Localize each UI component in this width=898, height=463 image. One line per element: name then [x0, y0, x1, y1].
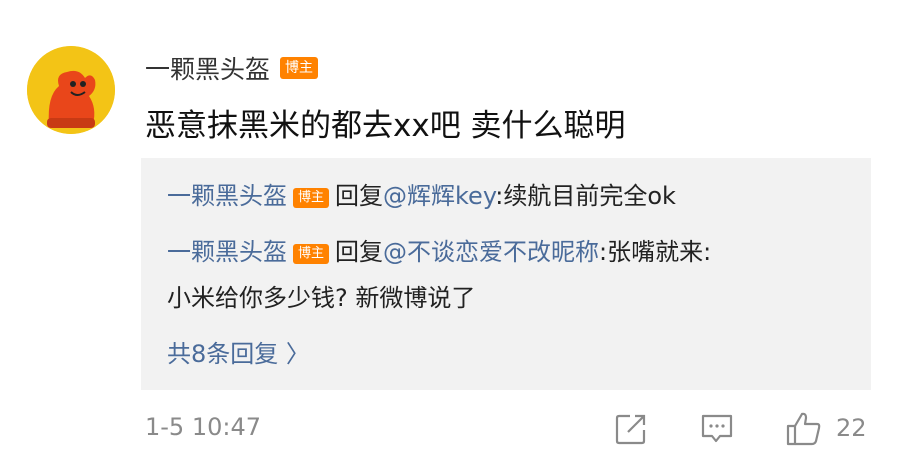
reply-word: 回复: [335, 238, 384, 266]
blogger-badge: 博主: [293, 188, 330, 208]
more-replies-link[interactable]: 共8条回复 〉: [167, 334, 310, 369]
avatar-character-icon: [27, 46, 115, 134]
like-count: 22: [836, 414, 867, 442]
reply-item[interactable]: 一颗黑头盔 博主 回复@辉辉key:续航目前完全ok: [167, 180, 676, 212]
reply-author[interactable]: 一颗黑头盔: [167, 182, 287, 210]
reply-continuation: 小米给你多少钱? 新微博说了: [167, 282, 475, 314]
like-button[interactable]: [784, 409, 824, 449]
reply-word: 回复: [335, 182, 384, 210]
reply-text: :张嘴就来:: [599, 238, 712, 266]
reply-text: :续航目前完全ok: [495, 182, 676, 210]
reply-item[interactable]: 一颗黑头盔 博主 回复@不谈恋爱不改昵称:张嘴就来:: [167, 236, 711, 268]
comment-timestamp: 1-5 10:47: [145, 413, 261, 441]
thumbs-up-icon: [786, 412, 821, 446]
avatar[interactable]: [27, 46, 115, 134]
reply-author[interactable]: 一颗黑头盔: [167, 238, 287, 266]
reply-text: 小米给你多少钱? 新微博说了: [167, 284, 476, 312]
share-icon: [615, 414, 646, 445]
comment-button[interactable]: [697, 409, 737, 449]
comment-text: 恶意抹黑米的都去xx吧 卖什么聪明: [145, 108, 626, 144]
reply-mention[interactable]: @辉辉key: [383, 182, 495, 210]
share-button[interactable]: [611, 409, 651, 449]
comment-header: 一颗黑头盔 博主: [145, 50, 319, 86]
comment-username[interactable]: 一颗黑头盔: [145, 50, 270, 86]
blogger-badge: 博主: [293, 244, 330, 264]
reply-mention[interactable]: @不谈恋爱不改昵称: [383, 238, 599, 266]
blogger-badge: 博主: [280, 57, 319, 79]
reply-box[interactable]: 一颗黑头盔 博主 回复@辉辉key:续航目前完全ok 一颗黑头盔 博主 回复@不谈恋爱不…: [141, 158, 871, 390]
comment-icon: [701, 414, 733, 443]
